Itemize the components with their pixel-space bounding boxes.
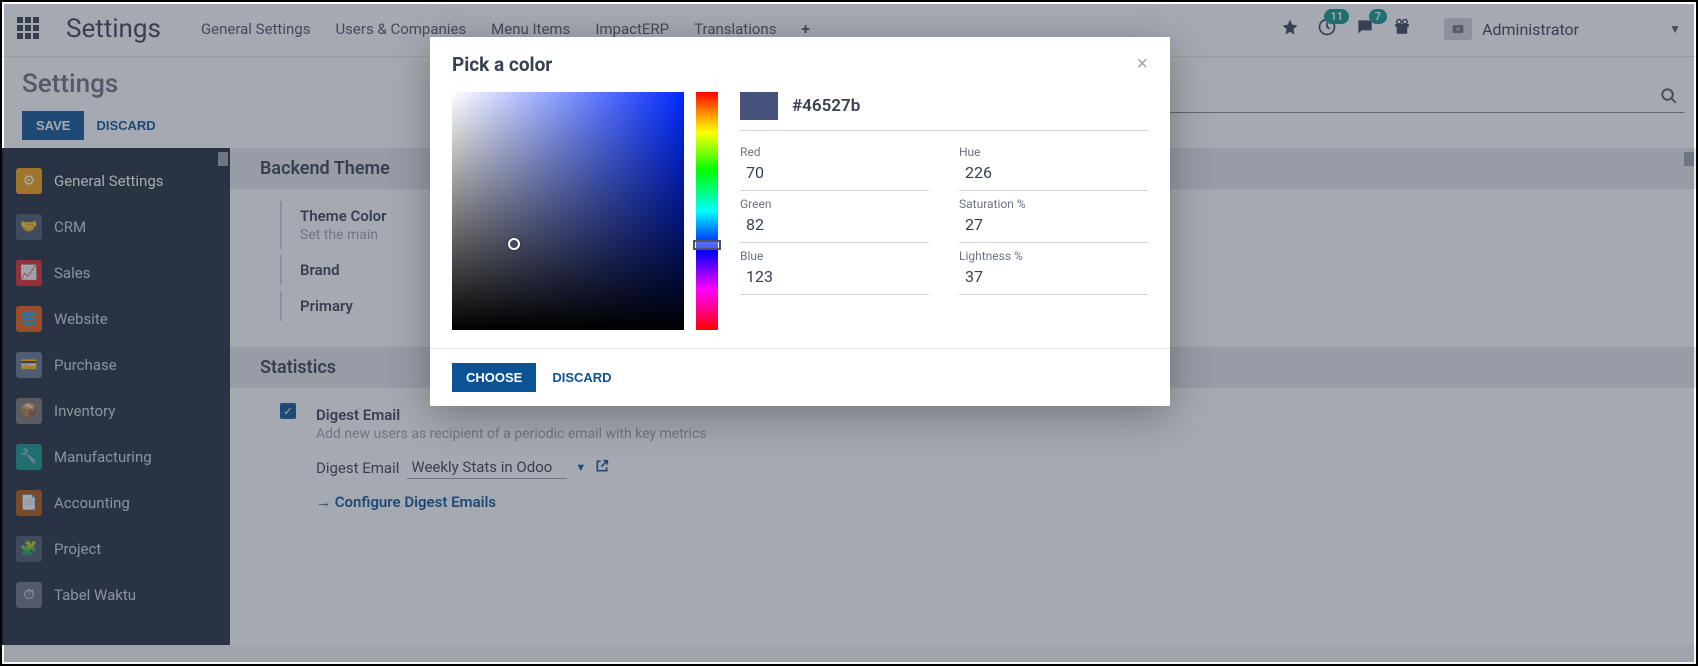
saturation-value-panel[interactable] bbox=[452, 92, 684, 330]
choose-button[interactable]: CHOOSE bbox=[452, 363, 536, 392]
modal-discard-button[interactable]: DISCARD bbox=[552, 363, 611, 392]
hue-input[interactable]: 226 bbox=[959, 159, 1148, 186]
green-input[interactable]: 82 bbox=[740, 211, 929, 238]
saturation-label: Saturation % bbox=[959, 197, 1148, 211]
color-swatch bbox=[740, 92, 778, 120]
hue-slider-thumb[interactable] bbox=[693, 240, 721, 250]
blue-label: Blue bbox=[740, 249, 929, 263]
close-icon[interactable]: × bbox=[1136, 53, 1148, 76]
hue-label: Hue bbox=[959, 145, 1148, 159]
sv-cursor[interactable] bbox=[508, 238, 520, 250]
green-label: Green bbox=[740, 197, 929, 211]
hue-slider-track[interactable] bbox=[696, 92, 718, 330]
red-input[interactable]: 70 bbox=[740, 159, 929, 186]
lightness-label: Lightness % bbox=[959, 249, 1148, 263]
blue-input[interactable]: 123 bbox=[740, 263, 929, 290]
modal-title: Pick a color bbox=[452, 53, 552, 76]
color-picker-modal: Pick a color × #46527b Red bbox=[430, 37, 1170, 406]
hex-input[interactable]: #46527b bbox=[792, 92, 1148, 120]
saturation-input[interactable]: 27 bbox=[959, 211, 1148, 238]
lightness-input[interactable]: 37 bbox=[959, 263, 1148, 290]
red-label: Red bbox=[740, 145, 929, 159]
